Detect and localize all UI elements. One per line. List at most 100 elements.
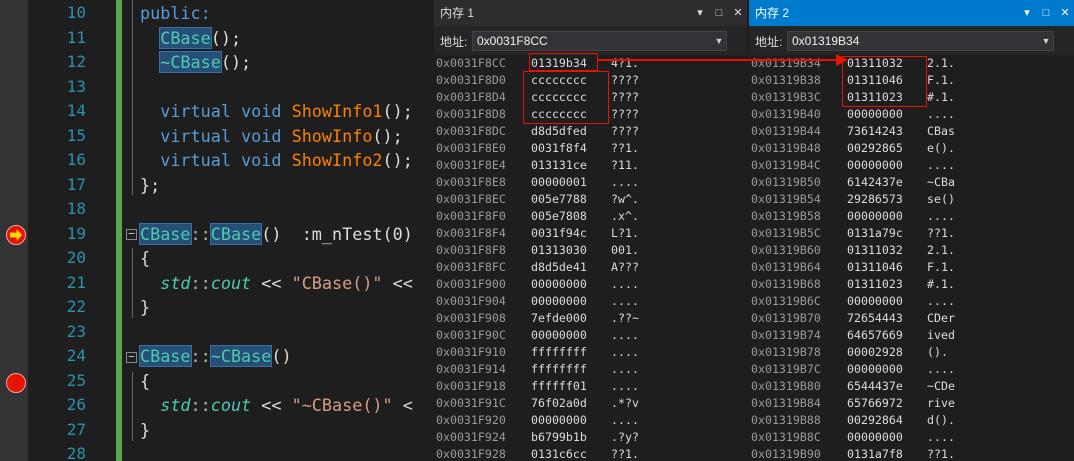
dropdown-chevron-icon[interactable]: ▾ xyxy=(695,8,705,19)
pin-icon[interactable]: ▾ xyxy=(1022,8,1032,19)
memory-ascii: ived xyxy=(927,328,955,342)
memory-address: 0x01319B5C xyxy=(751,226,821,240)
memory-row[interactable]: 0x0031F928 0131c6cc ??1. xyxy=(434,446,747,461)
memory-row[interactable]: 0x01319B58 00000000.... xyxy=(749,208,1074,225)
memory-address: 0x0031F90C xyxy=(436,328,506,342)
memory-value: 76f02a0d xyxy=(531,396,587,410)
address-input[interactable]: 0x01319B34 xyxy=(787,31,1054,51)
memory-row[interactable]: 0x01319B80 6544437e ~CDe xyxy=(749,378,1074,395)
memory-row[interactable]: 0x01319B88 00292864 d(). xyxy=(749,412,1074,429)
memory-row[interactable]: 0x0031F8FC d8d5de41 A??? xyxy=(434,259,747,276)
memory-ascii: d(). xyxy=(927,413,955,427)
memory-address: 0x01319B54 xyxy=(751,192,821,206)
current-statement-arrow-icon[interactable] xyxy=(6,225,26,245)
maximize-icon[interactable]: □ xyxy=(1041,8,1051,19)
memory-row[interactable]: 0x0031F914 ffffffff.... xyxy=(434,361,747,378)
memory-value: ffffffff xyxy=(531,345,587,359)
code-line: virtual void ShowInfo2(); xyxy=(140,148,413,173)
memory-ascii: .... xyxy=(927,107,955,121)
memory-row[interactable]: 0x0031F918 ffffff01.... xyxy=(434,378,747,395)
memory-row[interactable]: 0x0031F910 ffffffff.... xyxy=(434,344,747,361)
close-icon[interactable]: ✕ xyxy=(733,8,743,19)
memory-value: 0031f8f4 xyxy=(531,141,587,155)
memory-row[interactable]: 0x0031F8DC d8d5dfed???? xyxy=(434,123,747,140)
memory-row[interactable]: 0x01319B60 01311032 2.1. xyxy=(749,242,1074,259)
memory-row[interactable]: 0x0031F900 00000000.... xyxy=(434,276,747,293)
memory-row[interactable]: 0x01319B48 00292865 e(). xyxy=(749,140,1074,157)
memory-row[interactable]: 0x01319B4C 00000000.... xyxy=(749,157,1074,174)
code-token: cout xyxy=(210,272,252,293)
code-line: } xyxy=(140,418,150,443)
memory-row[interactable]: 0x01319B74 64657669 ived xyxy=(749,327,1074,344)
memory-ascii: .... xyxy=(611,379,639,393)
memory-row[interactable]: 0x01319B50 6142437e ~CBa xyxy=(749,174,1074,191)
memory-window-2-titlebar[interactable]: 内存 2 ▾ □ ✕ xyxy=(749,0,1074,26)
address-input[interactable]: 0x0031F8CC xyxy=(472,31,727,51)
memory-row[interactable]: 0x01319B68 01311023 #.1. xyxy=(749,276,1074,293)
chevron-down-icon[interactable]: ▼ xyxy=(1038,31,1054,51)
memory-ascii: .... xyxy=(927,362,955,376)
memory-row[interactable]: 0x01319B70 72654443 CDer xyxy=(749,310,1074,327)
memory-row[interactable]: 0x0031F924 b6799b1b .?y? xyxy=(434,429,747,446)
memory-address: 0x0031F924 xyxy=(436,430,506,444)
memory-value: 00000000 xyxy=(531,277,587,291)
memory-window-2-rows[interactable]: 0x01319B34 01311032 2.1. 0x01319B38 01311046… xyxy=(749,55,1074,461)
memory-ascii: .... xyxy=(927,209,955,223)
memory-row[interactable]: 0x01319B7C 00000000.... xyxy=(749,361,1074,378)
memory-value: 0131c6cc xyxy=(531,447,587,461)
structure-guide-line xyxy=(132,0,133,195)
memory-row[interactable]: 0x0031F8E4 013131ce ?11. xyxy=(434,157,747,174)
line-number: 24 xyxy=(66,346,86,365)
memory-row[interactable]: 0x0031F904 00000000.... xyxy=(434,293,747,310)
memory-ascii: CBas xyxy=(927,124,955,138)
memory-ascii: .... xyxy=(927,294,955,308)
memory-row[interactable]: 0x01319B8C 00000000.... xyxy=(749,429,1074,446)
memory-ascii: ?w^. xyxy=(611,192,639,206)
breakpoint-icon[interactable] xyxy=(6,373,26,393)
memory-window-1-titlebar[interactable]: 内存 1 ▾ □ ✕ xyxy=(434,0,747,26)
memory-row[interactable]: 0x0031F8F0 005e7808 .x^. xyxy=(434,208,747,225)
memory-row[interactable]: 0x0031F8F4 0031f94c L?1. xyxy=(434,225,747,242)
memory-row[interactable]: 0x01319B54 29286573 se() xyxy=(749,191,1074,208)
vptr-highlight-box xyxy=(529,53,598,71)
collapse-icon[interactable]: − xyxy=(126,351,137,363)
memory-row[interactable]: 0x01319B40 00000000.... xyxy=(749,106,1074,123)
structure-guide-line xyxy=(132,248,133,318)
code-token: CBase xyxy=(139,345,192,367)
memory-row[interactable]: 0x01319B64 01311046 F.1. xyxy=(749,259,1074,276)
memory-row[interactable]: 0x0031F8E8 00000001.... xyxy=(434,174,747,191)
collapse-icon[interactable]: − xyxy=(126,228,137,240)
close-icon[interactable]: ✕ xyxy=(1060,8,1070,19)
memory-row[interactable]: 0x01319B78 00002928 (). xyxy=(749,344,1074,361)
memory-ascii: 001. xyxy=(611,243,639,257)
memory-row[interactable]: 0x01319B6C 00000000.... xyxy=(749,293,1074,310)
memory-row[interactable]: 0x0031F91C 76f02a0d .*?v xyxy=(434,395,747,412)
memory-row[interactable]: 0x0031F908 7efde000 .??~ xyxy=(434,310,747,327)
memory-address: 0x0031F8F0 xyxy=(436,209,506,223)
memory-ascii: .... xyxy=(611,345,639,359)
memory-row[interactable]: 0x01319B44 73614243 CBas xyxy=(749,123,1074,140)
memory-row[interactable]: 0x0031F8F8 01313030 001. xyxy=(434,242,747,259)
line-number: 16 xyxy=(66,150,86,169)
memory-row[interactable]: 0x01319B90 0131a7f8 ??1. xyxy=(749,446,1074,461)
memory-row[interactable]: 0x0031F8E0 0031f8f4 ??1. xyxy=(434,140,747,157)
code-token: ~CBase xyxy=(159,51,222,73)
memory-value: 005e7808 xyxy=(531,209,587,223)
maximize-icon[interactable]: □ xyxy=(714,8,724,19)
memory-row[interactable]: 0x01319B5C 0131a79c ??1. xyxy=(749,225,1074,242)
code-token: std xyxy=(160,272,191,293)
memory-row[interactable]: 0x0031F90C 00000000.... xyxy=(434,327,747,344)
memory-value: 00002928 xyxy=(847,345,903,359)
chevron-down-icon[interactable]: ▼ xyxy=(711,31,727,51)
code-editor[interactable]: public: CBase(); ~CBase(); virtual void … xyxy=(122,0,434,461)
line-number: 15 xyxy=(66,125,86,145)
memory-row[interactable]: 0x01319B84 65766972 rive xyxy=(749,395,1074,412)
memory-row[interactable]: 0x0031F8EC 005e7788 ?w^. xyxy=(434,191,747,208)
memory-row[interactable]: 0x0031F920 00000000.... xyxy=(434,412,747,429)
memory-address: 0x0031F900 xyxy=(436,277,506,291)
